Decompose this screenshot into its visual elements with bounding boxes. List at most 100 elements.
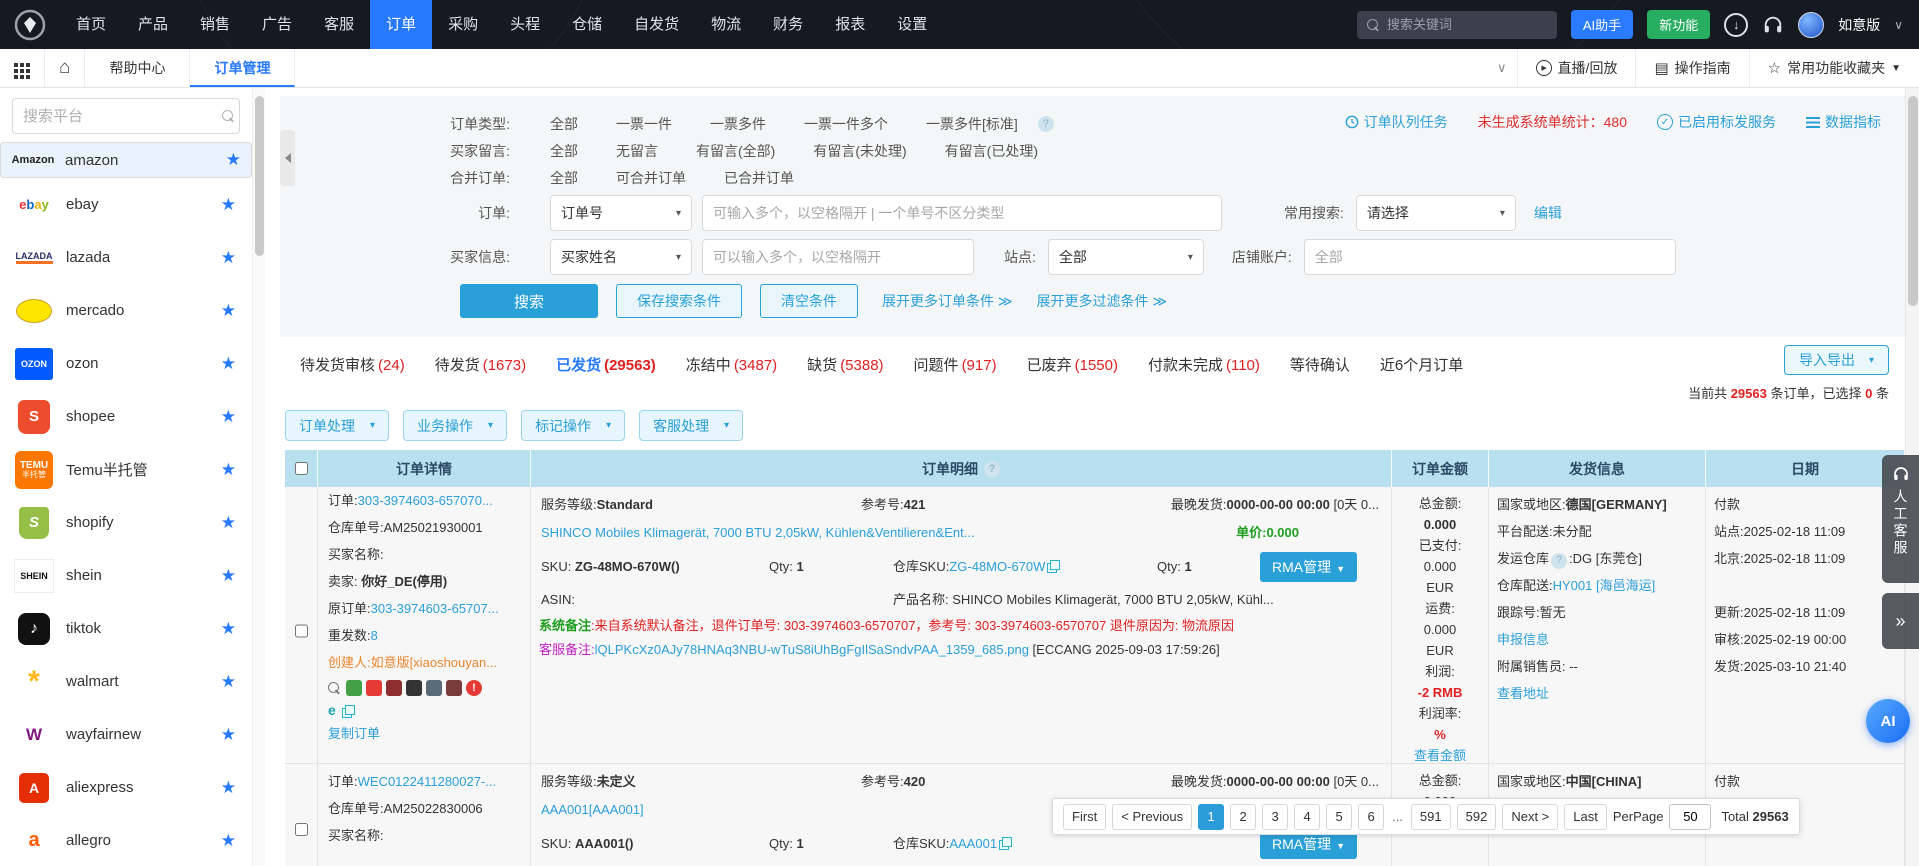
buyer-msg-unprocessed[interactable]: 有留言(未处理): [813, 141, 906, 161]
nav-finance[interactable]: 财务: [757, 0, 819, 49]
sidebar-item-allegro[interactable]: a allegro: [0, 814, 252, 866]
download-icon[interactable]: [1724, 13, 1748, 37]
sidebar-item-wayfairnew[interactable]: W wayfairnew: [0, 708, 252, 761]
browser-icon[interactable]: e: [328, 702, 336, 718]
favorites-button[interactable]: 常用功能收藏夹: [1749, 49, 1919, 87]
copy-icon[interactable]: [1047, 560, 1058, 571]
warehouse-sku-link[interactable]: ZG-48MO-670W: [949, 559, 1045, 574]
sidebar-scrollbar-thumb[interactable]: [255, 96, 264, 256]
collapse-panel-button[interactable]: »: [1882, 593, 1919, 649]
home-button[interactable]: [45, 49, 85, 87]
merge-all[interactable]: 全部: [550, 168, 578, 188]
order-type-single-multi[interactable]: 一票一件多个: [804, 114, 888, 134]
copy-icon[interactable]: [342, 705, 353, 716]
more-filter-conditions-link[interactable]: 展开更多过滤条件 ≫: [1037, 291, 1168, 311]
favorite-star-icon[interactable]: [221, 672, 236, 692]
sidebar-item-lazada[interactable]: LAZADA lazada: [0, 231, 252, 284]
platform-search-input[interactable]: [23, 108, 222, 125]
favorite-star-icon[interactable]: [221, 407, 236, 427]
tab-to-ship[interactable]: 待发货(1673): [435, 354, 526, 375]
select-all-checkbox[interactable]: [295, 462, 308, 475]
product-title-link[interactable]: SHINCO Mobiles Klimagerät, 7000 BTU 2,05…: [541, 518, 975, 548]
tab-out-of-stock[interactable]: 缺货(5388): [807, 354, 883, 375]
nav-products[interactable]: 产品: [122, 0, 184, 49]
row-checkbox[interactable]: [295, 776, 308, 866]
order-no-input[interactable]: [702, 195, 1222, 231]
guide-button[interactable]: 操作指南: [1635, 49, 1748, 87]
declare-info-link[interactable]: 申报信息: [1497, 632, 1549, 647]
sidebar-item-walmart[interactable]: * walmart: [0, 655, 252, 708]
copy-order-link[interactable]: 复制订单: [328, 726, 380, 741]
resend-count-link[interactable]: 8: [371, 628, 378, 643]
view-address-link[interactable]: 查看地址: [1497, 686, 1549, 701]
global-search-input[interactable]: [1387, 17, 1537, 32]
page-5-button[interactable]: 5: [1326, 804, 1352, 830]
order-type-multi-std[interactable]: 一票多件[标准]: [926, 114, 1018, 134]
nav-selfship[interactable]: 自发货: [618, 0, 695, 49]
favorite-star-icon[interactable]: [226, 150, 241, 170]
sidebar-item-tiktok[interactable]: ♪ tiktok: [0, 602, 252, 655]
page-6-button[interactable]: 6: [1358, 804, 1384, 830]
warehouse-sku-link[interactable]: AAA001: [949, 836, 997, 851]
page-first-button[interactable]: First: [1063, 804, 1106, 830]
rma-manage-button[interactable]: RMA管理▼: [1260, 552, 1357, 582]
global-search[interactable]: [1357, 11, 1557, 39]
business-ops-dropdown[interactable]: 业务操作: [403, 410, 507, 441]
nav-sales[interactable]: 销售: [184, 0, 246, 49]
edit-quick-search-link[interactable]: 编辑: [1534, 203, 1562, 223]
cs-process-dropdown[interactable]: 客服处理: [639, 410, 743, 441]
help-icon[interactable]: ?: [984, 461, 1000, 477]
mark-ops-dropdown[interactable]: 标记操作: [521, 410, 625, 441]
favorite-star-icon[interactable]: [221, 301, 236, 321]
order-type-single[interactable]: 一票一件: [616, 114, 672, 134]
buyer-msg-processed[interactable]: 有留言(已处理): [945, 141, 1038, 161]
warehouse-delivery-link[interactable]: HY001 [海邑海运]: [1553, 578, 1656, 593]
live-replay-button[interactable]: 直播/回放: [1517, 49, 1636, 87]
page-2-button[interactable]: 2: [1230, 804, 1256, 830]
platform-search[interactable]: [12, 98, 240, 134]
order-type-multi[interactable]: 一票多件: [710, 114, 766, 134]
nav-settings[interactable]: 设置: [881, 0, 943, 49]
product-title-link[interactable]: AAA001[AAA001]: [541, 795, 644, 825]
data-metrics-link[interactable]: 数据指标: [1806, 112, 1881, 132]
new-features-button[interactable]: 新功能: [1647, 10, 1710, 39]
import-export-button[interactable]: 导入导出: [1784, 345, 1889, 375]
favorite-star-icon[interactable]: [221, 566, 236, 586]
apps-grid-button[interactable]: [0, 49, 45, 87]
sidebar-item-ebay[interactable]: ebay ebay: [0, 178, 252, 231]
nav-service[interactable]: 客服: [308, 0, 370, 49]
order-queue-link[interactable]: 订单队列任务: [1345, 112, 1448, 132]
tab-problem[interactable]: 问题件(917): [914, 354, 997, 375]
search-icon[interactable]: [328, 682, 340, 694]
nav-purchase[interactable]: 采购: [432, 0, 494, 49]
quick-search-select[interactable]: 请选择: [1356, 195, 1516, 231]
buyer-msg-none[interactable]: 无留言: [616, 141, 658, 161]
truck-icon[interactable]: [426, 680, 442, 696]
order-no-link[interactable]: 303-3974603-657070...: [358, 493, 493, 508]
tab-help-center[interactable]: 帮助中心: [85, 49, 190, 87]
nav-home[interactable]: 首页: [60, 0, 122, 49]
nav-logistics[interactable]: 物流: [695, 0, 757, 49]
sidebar-item-shopee[interactable]: S shopee: [0, 390, 252, 443]
sidebar-item-temu[interactable]: TEMU半托管 Temu半托管: [0, 443, 252, 496]
nav-reports[interactable]: 报表: [819, 0, 881, 49]
alert-icon[interactable]: !: [466, 680, 482, 696]
site-select[interactable]: 全部: [1048, 239, 1204, 275]
help-icon[interactable]: ?: [1551, 553, 1567, 569]
sidebar-item-ozon[interactable]: OZON ozon: [0, 337, 252, 390]
favorite-star-icon[interactable]: [221, 725, 236, 745]
tab-frozen[interactable]: 冻结中(3487): [686, 354, 777, 375]
favorite-star-icon[interactable]: [221, 248, 236, 268]
view-amount-link[interactable]: 查看金额: [1414, 748, 1466, 763]
page-592-button[interactable]: 592: [1457, 804, 1497, 830]
nav-ads[interactable]: 广告: [246, 0, 308, 49]
tab-shipped[interactable]: 已发货(29563): [556, 354, 656, 375]
per-page-input[interactable]: [1669, 804, 1711, 830]
main-scrollbar-thumb[interactable]: [1908, 96, 1918, 306]
order-process-dropdown[interactable]: 订单处理: [285, 410, 389, 441]
page-1-button[interactable]: 1: [1198, 804, 1224, 830]
favorite-star-icon[interactable]: [221, 460, 236, 480]
page-prev-button[interactable]: < Previous: [1112, 804, 1192, 830]
row-checkbox[interactable]: [295, 499, 308, 763]
buyer-info-input[interactable]: [702, 239, 974, 275]
